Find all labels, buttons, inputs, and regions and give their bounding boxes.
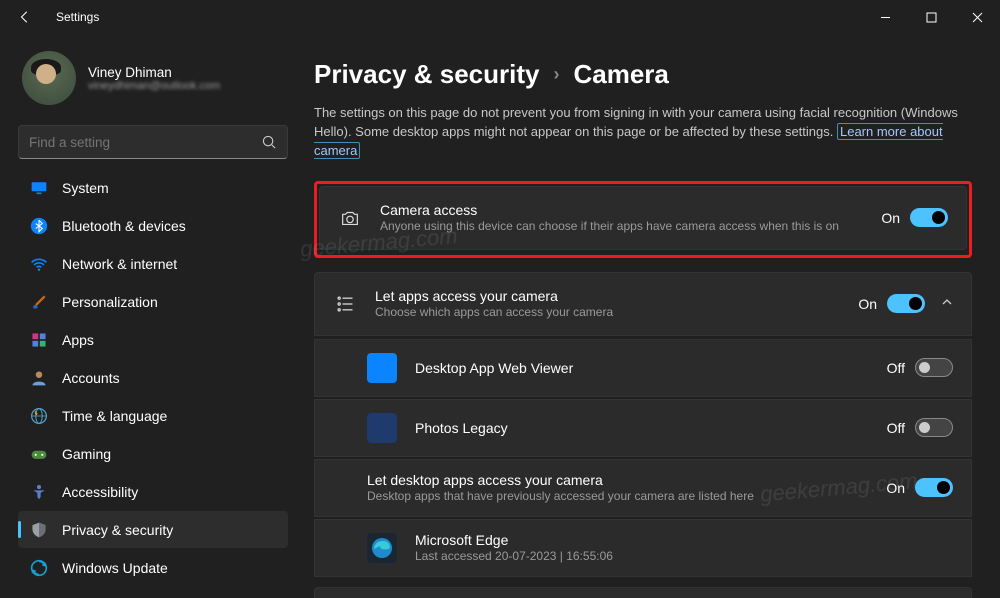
sidebar-item-apps[interactable]: Apps: [18, 321, 288, 358]
globe-icon: [30, 407, 48, 425]
window-controls: [862, 0, 1000, 34]
edge-icon: [367, 533, 397, 563]
sidebar-item-system[interactable]: System: [18, 169, 288, 206]
let-desktop-toggle[interactable]: [915, 478, 953, 497]
camera-access-state-label: On: [881, 210, 900, 226]
let-desktop-subtitle: Desktop apps that have previously access…: [367, 489, 886, 503]
let-apps-access-card[interactable]: Let apps access your camera Choose which…: [314, 272, 972, 336]
app-icon: [367, 413, 397, 443]
sidebar-item-label: Network & internet: [62, 256, 177, 272]
sidebar-item-accounts[interactable]: Accounts: [18, 359, 288, 396]
let-apps-toggle[interactable]: [887, 294, 925, 313]
sidebar-item-label: System: [62, 180, 109, 196]
user-name: Viney Dhiman: [88, 65, 220, 80]
sidebar-nav: System Bluetooth & devices Network & inter…: [18, 169, 288, 586]
list-settings-icon: [333, 292, 357, 316]
sidebar-item-label: Privacy & security: [62, 522, 173, 538]
grid-icon: [30, 331, 48, 349]
sidebar-item-update[interactable]: Windows Update: [18, 549, 288, 586]
sidebar-item-label: Bluetooth & devices: [62, 218, 186, 234]
sidebar-item-time[interactable]: Time & language: [18, 397, 288, 434]
app-toggle[interactable]: [915, 418, 953, 437]
sidebar-item-accessibility[interactable]: Accessibility: [18, 473, 288, 510]
desktop-app-row: Microsoft Edge Last accessed 20-07-2023 …: [314, 519, 972, 577]
sidebar-item-privacy[interactable]: Privacy & security: [18, 511, 288, 548]
let-desktop-apps-card: Let desktop apps access your camera Desk…: [314, 459, 972, 517]
maximize-button[interactable]: [908, 0, 954, 34]
let-apps-title: Let apps access your camera: [375, 288, 858, 304]
close-icon: [972, 12, 983, 23]
app-toggle[interactable]: [915, 358, 953, 377]
camera-access-title: Camera access: [380, 202, 881, 218]
app-name: Desktop App Web Viewer: [415, 360, 887, 376]
user-profile[interactable]: Viney Dhiman vineydhiman@outlook.com: [18, 49, 288, 115]
let-apps-subtitle: Choose which apps can access your camera: [375, 305, 858, 319]
avatar: [22, 51, 76, 105]
search-icon: [262, 135, 277, 150]
app-state-label: Off: [887, 420, 905, 436]
update-icon: [30, 559, 48, 577]
sidebar-item-bluetooth[interactable]: Bluetooth & devices: [18, 207, 288, 244]
monitor-icon: [30, 179, 48, 197]
titlebar: Settings: [0, 0, 1000, 34]
recent-activity-card[interactable]: Recent activity: [314, 587, 972, 598]
let-desktop-title: Let desktop apps access your camera: [367, 472, 886, 488]
back-button[interactable]: [8, 0, 42, 34]
person-icon: [30, 369, 48, 387]
expand-apps-list[interactable]: [941, 296, 953, 311]
breadcrumb-current: Camera: [573, 59, 668, 90]
brush-icon: [30, 293, 48, 311]
camera-access-highlight: Camera access Anyone using this device c…: [314, 181, 972, 258]
breadcrumb-parent[interactable]: Privacy & security: [314, 59, 539, 90]
game-icon: [30, 445, 48, 463]
app-state-label: Off: [887, 360, 905, 376]
app-name: Photos Legacy: [415, 420, 887, 436]
sidebar-item-personalization[interactable]: Personalization: [18, 283, 288, 320]
wifi-icon: [30, 255, 48, 273]
desktop-app-last-access: Last accessed 20-07-2023 | 16:55:06: [415, 549, 953, 563]
sidebar-item-network[interactable]: Network & internet: [18, 245, 288, 282]
chevron-right-icon: ›: [553, 64, 559, 85]
user-email: vineydhiman@outlook.com: [88, 80, 220, 92]
arrow-left-icon: [18, 10, 32, 24]
sidebar-item-label: Accessibility: [62, 484, 138, 500]
sidebar-item-label: Gaming: [62, 446, 111, 462]
sidebar-item-label: Time & language: [62, 408, 167, 424]
app-icon: [367, 353, 397, 383]
breadcrumb: Privacy & security › Camera: [314, 59, 972, 90]
desktop-app-name: Microsoft Edge: [415, 532, 953, 548]
sidebar-item-gaming[interactable]: Gaming: [18, 435, 288, 472]
let-apps-state-label: On: [858, 296, 877, 312]
app-row: Photos LegacyOff: [314, 399, 972, 457]
sidebar-item-label: Personalization: [62, 294, 158, 310]
shield-icon: [30, 521, 48, 539]
sidebar-item-label: Apps: [62, 332, 94, 348]
window-title: Settings: [56, 10, 99, 24]
camera-access-subtitle: Anyone using this device can choose if t…: [380, 219, 881, 233]
search-input[interactable]: [29, 135, 262, 150]
sidebar-item-label: Windows Update: [62, 560, 168, 576]
camera-icon: [338, 206, 362, 230]
page-description: The settings on this page do not prevent…: [314, 104, 972, 161]
sidebar: Viney Dhiman vineydhiman@outlook.com Sys…: [0, 34, 300, 598]
chevron-up-icon: [941, 296, 953, 308]
let-desktop-state-label: On: [886, 480, 905, 496]
content-pane: Privacy & security › Camera The settings…: [300, 34, 1000, 598]
access-icon: [30, 483, 48, 501]
close-button[interactable]: [954, 0, 1000, 34]
sidebar-item-label: Accounts: [62, 370, 120, 386]
app-row: Desktop App Web ViewerOff: [314, 339, 972, 397]
camera-access-toggle[interactable]: [910, 208, 948, 227]
search-box[interactable]: [18, 125, 288, 159]
camera-access-card: Camera access Anyone using this device c…: [319, 186, 967, 250]
minimize-icon: [880, 12, 891, 23]
bluetooth-icon: [30, 217, 48, 235]
maximize-icon: [926, 12, 937, 23]
minimize-button[interactable]: [862, 0, 908, 34]
